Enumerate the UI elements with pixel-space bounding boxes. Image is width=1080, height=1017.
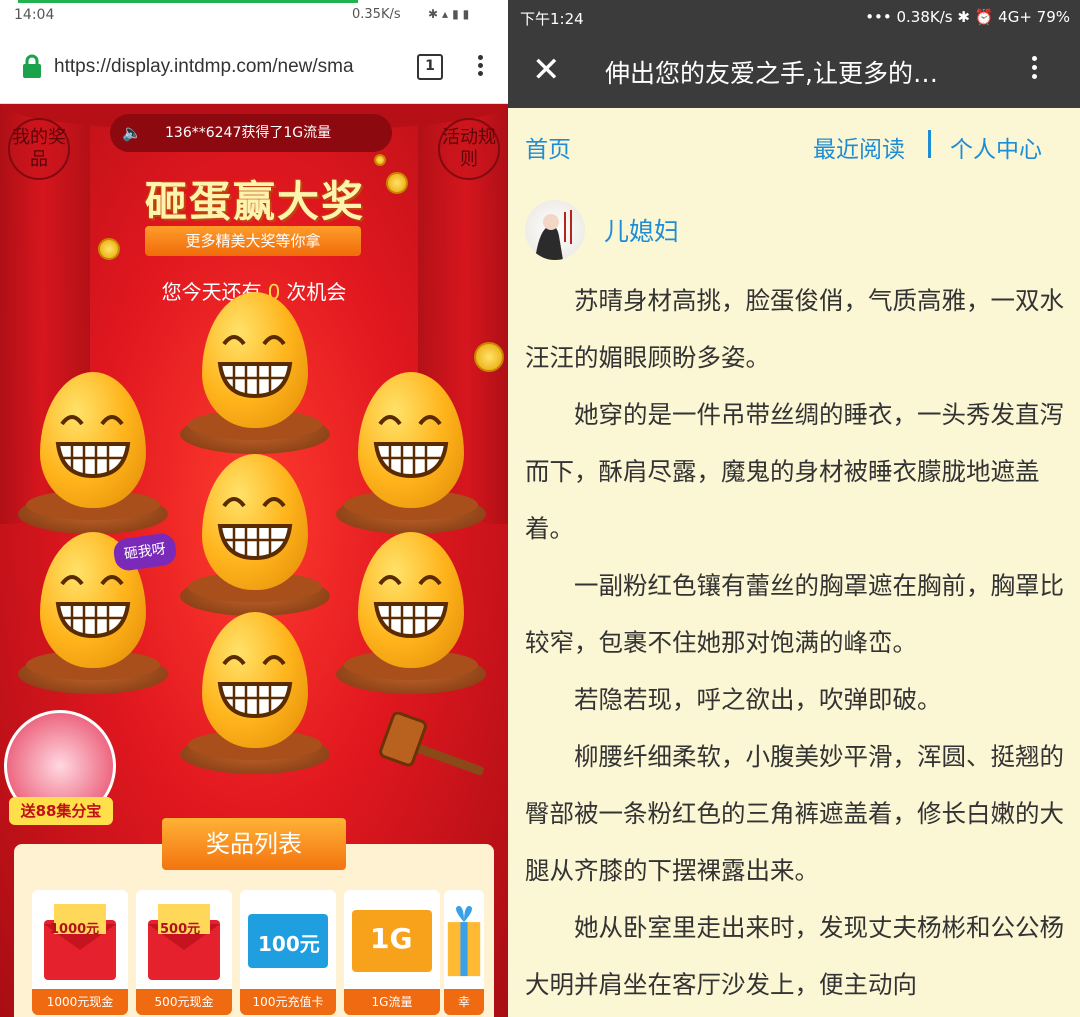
coin-icon (98, 238, 120, 260)
url-field[interactable]: https://display.intdmp.com/new/sma (54, 56, 398, 78)
smiley-face-icon (373, 415, 449, 479)
egg-game-stage: 我的奖品 活动规则 🔈 136**6247获得了1G流量 砸蛋赢大奖 更多精美大… (0, 104, 508, 1017)
egg-1[interactable] (180, 292, 330, 454)
article-paragraph: 她穿的是一件吊带丝绸的睡衣，一头秀发直泻而下，酥肩尽露，魔鬼的身材被睡衣朦胧地遮… (525, 400, 1064, 543)
signal-icons: ✱▴▮▮ (428, 7, 474, 21)
game-subtitle: 更多精美大奖等你拿 (145, 226, 361, 256)
bonus-badge[interactable]: 送88集分宝 (4, 710, 116, 825)
avatar (525, 200, 585, 260)
status-time: 14:04 (14, 7, 55, 23)
red-envelope-icon (44, 904, 116, 980)
webview-title-bar: ✕ 伸出您的友爱之手,让更多的… (508, 34, 1080, 108)
prize-card[interactable]: 1000元 1000元现金 (32, 890, 128, 1015)
my-prizes-button[interactable]: 我的奖品 (8, 118, 70, 180)
nav-divider (928, 130, 931, 158)
status-time: 下午1:24 (520, 10, 584, 28)
close-icon[interactable]: ✕ (532, 52, 562, 88)
author-name[interactable]: 儿媳妇 (604, 212, 679, 248)
game-title: 砸蛋赢大奖 (144, 177, 365, 226)
prize-list-title: 奖品列表 (162, 818, 346, 870)
speaker-icon: 🔈 (122, 123, 142, 142)
rules-button[interactable]: 活动规则 (438, 118, 500, 180)
smiley-face-icon (55, 415, 131, 479)
network-speed: 0.35K/s (352, 7, 401, 22)
prize-card[interactable]: 幸 (444, 890, 484, 1015)
coin-icon (374, 154, 386, 166)
prize-caption: 100元充值卡 (240, 989, 336, 1015)
prize-tag: 100元 (258, 932, 320, 956)
page-title: 伸出您的友爱之手,让更多的… (605, 59, 938, 88)
left-browser-screen: 14:04 0.35K/s ✱▴▮▮ https://display.intdm… (0, 0, 508, 1017)
prize-caption: 500元现金 (136, 989, 232, 1015)
prize-card[interactable]: 100元 100元充值卡 (240, 890, 336, 1015)
prize-tag: 1000元 (50, 922, 100, 937)
smiley-face-icon (217, 497, 293, 561)
egg-7[interactable] (180, 612, 330, 774)
prize-card[interactable]: 1G 1G流量 (344, 890, 440, 1015)
nav-home-link[interactable]: 首页 (525, 130, 571, 164)
prize-tag: 500元 (160, 922, 201, 937)
hammer-icon (379, 712, 484, 776)
red-envelope-icon (148, 904, 220, 980)
egg-6[interactable] (336, 532, 486, 694)
book-cover-avatar-icon (535, 210, 572, 260)
more-options-icon[interactable] (1024, 52, 1044, 88)
browser-menu-icon[interactable] (470, 52, 490, 82)
winner-ticker: 🔈 136**6247获得了1G流量 (110, 114, 392, 152)
egg-3[interactable] (336, 372, 486, 534)
smiley-face-icon (217, 335, 293, 399)
browser-url-bar: https://display.intdmp.com/new/sma 1 (0, 32, 508, 104)
ticker-text: 136**6247获得了1G流量 (165, 125, 332, 141)
prize-caption: 1000元现金 (32, 989, 128, 1015)
article-paragraph: 苏晴身材高挑，脸蛋俊俏，气质高雅，一双水汪汪的媚眼顾盼多姿。 (525, 286, 1064, 372)
prize-caption: 幸 (444, 989, 484, 1015)
article-paragraph: 一副粉红色镶有蕾丝的胸罩遮在胸前，胸罩比较窄，包裹不住她那对饱满的峰峦。 (525, 571, 1064, 657)
page-load-progress (18, 0, 358, 3)
status-indicators: ••• 0.38K/s ✱ ⏰ 4G+ 79% (865, 8, 1070, 26)
nav-profile-link[interactable]: 个人中心 (950, 130, 1042, 164)
article-content: 苏晴身材高挑，脸蛋俊俏，气质高雅，一双水汪汪的媚眼顾盼多姿。 她穿的是一件吊带丝… (525, 272, 1065, 1013)
article-paragraph: 柳腰纤细柔软，小腹美妙平滑，浑圆、挺翘的臀部被一条粉红色的三角裤遮盖着，修长白嫩… (525, 742, 1064, 885)
smiley-face-icon (373, 575, 449, 639)
bonus-badge-label: 送88集分宝 (9, 797, 113, 825)
coin-icon (386, 172, 408, 194)
article-paragraph: 若隐若现，呼之欲出，吹弹即破。 (574, 685, 942, 714)
prize-tag: 1G (370, 922, 413, 955)
reader-nav: 首页 最近阅读 个人中心 (508, 108, 1080, 180)
article-paragraph: 她从卧室里走出来时，发现丈夫杨彬和公公杨大明并肩坐在客厅沙发上，便主动向 (525, 913, 1064, 999)
prize-card[interactable]: 500元 500元现金 (136, 890, 232, 1015)
lock-icon (23, 54, 41, 78)
egg-2[interactable] (18, 372, 168, 534)
smiley-face-icon (217, 655, 293, 719)
gift-box-icon (447, 905, 481, 977)
right-reader-screen: 下午1:24 ••• 0.38K/s ✱ ⏰ 4G+ 79% ✕ 伸出您的友爱之… (508, 0, 1080, 1017)
nav-recent-reading-link[interactable]: 最近阅读 (813, 130, 905, 164)
status-bar: 14:04 0.35K/s ✱▴▮▮ (0, 0, 508, 32)
status-bar: 下午1:24 ••• 0.38K/s ✱ ⏰ 4G+ 79% (508, 0, 1080, 34)
coin-icon (474, 342, 504, 372)
prize-caption: 1G流量 (344, 989, 440, 1015)
egg-4[interactable] (180, 454, 330, 616)
tab-switcher-button[interactable]: 1 (417, 54, 443, 80)
